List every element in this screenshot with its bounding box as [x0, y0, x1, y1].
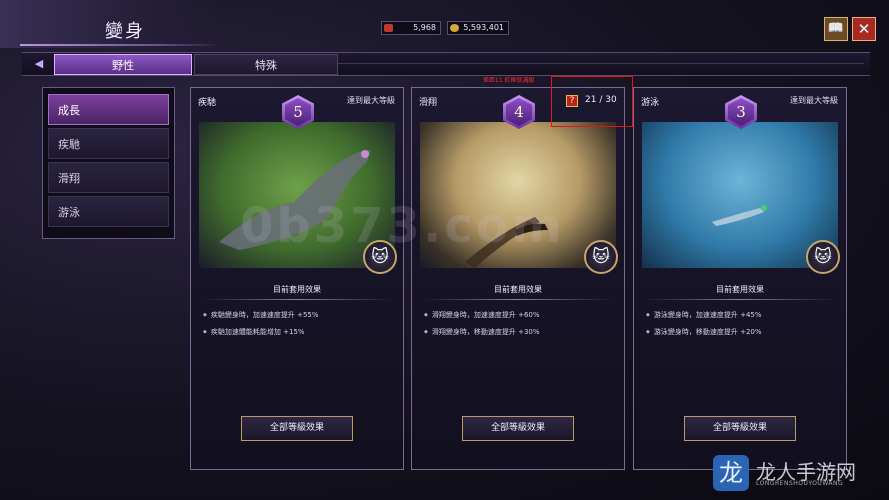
card-glide[interactable]: 滑翔 4 🐱 目前套用效果 滑翔變身時，加速速度提升 +60% 滑翔變身時，移動… — [411, 87, 625, 470]
effect-divider — [422, 299, 614, 300]
card-name: 滑翔 — [419, 98, 438, 108]
book-button[interactable]: 📖 — [824, 17, 848, 41]
tab-divider — [338, 63, 864, 64]
level-number: 3 — [728, 98, 754, 126]
sidebar-item-swim[interactable]: 游泳 — [48, 196, 169, 227]
corner-badge-subtitle: LONGRENSHOUYOUWANG — [756, 480, 844, 487]
annotation-note: 差距11 紅框就滿級 — [483, 77, 535, 84]
effect-divider — [201, 299, 393, 300]
gem-icon — [384, 24, 393, 32]
gem-currency-value: 5,968 — [413, 23, 436, 32]
sidebar-item-glide[interactable]: 滑翔 — [48, 162, 169, 193]
progress-max: 30 — [605, 95, 617, 105]
site-watermark: 0b373.com — [240, 198, 565, 254]
book-icon: 📖 — [827, 21, 845, 36]
question-icon[interactable]: ? — [566, 95, 578, 107]
page-title: 變身 — [105, 21, 145, 42]
card-swim[interactable]: 游泳 達到最大等級 3 🐱 目前套用效果 游泳變身時，加速速度提升 +45% 游… — [633, 87, 847, 470]
effect-line: 游泳變身時，移動速度提升 +20% — [646, 327, 762, 337]
effect-line: 滑翔變身時，加速速度提升 +60% — [424, 310, 540, 320]
glide-progress: 21 / 30 — [585, 95, 617, 105]
coin-icon — [450, 24, 459, 32]
tab-left-arrow-icon[interactable]: ◀ — [28, 56, 50, 72]
level-number: 4 — [506, 98, 532, 126]
effect-line: 滑翔變身時，移動速度提升 +30% — [424, 327, 540, 337]
sidebar-item-sprint[interactable]: 疾馳 — [48, 128, 169, 159]
all-level-effects-button[interactable]: 全部等級效果 — [462, 416, 574, 441]
card-name: 游泳 — [641, 98, 660, 108]
sidebar: 成長 疾馳 滑翔 游泳 — [42, 87, 175, 239]
level-number: 5 — [285, 98, 311, 126]
max-level-label: 達到最大等級 — [790, 96, 838, 105]
all-level-effects-button[interactable]: 全部等級效果 — [241, 416, 353, 441]
sidebar-item-growth[interactable]: 成長 — [48, 94, 169, 125]
card-sprint[interactable]: 疾馳 達到最大等級 5 🐱 目前套用效果 疾馳變身時，加速速度提升 +55% 疾… — [190, 87, 404, 470]
card-name: 疾馳 — [198, 98, 217, 108]
pet-avatar-icon[interactable]: 🐱 — [806, 240, 840, 274]
close-icon: ✕ — [857, 20, 871, 38]
effect-divider — [644, 299, 836, 300]
effect-line: 游泳變身時，加速速度提升 +45% — [646, 310, 762, 320]
title-decoration-line — [20, 44, 220, 46]
effect-line: 疾馳加速體能耗能增加 +15% — [203, 327, 305, 337]
coin-currency-display: 5,593,401 — [447, 21, 509, 35]
tab-bar: ◀ 野性 特殊 — [22, 52, 870, 76]
effect-line: 疾馳變身時，加速速度提升 +55% — [203, 310, 319, 320]
progress-current: 21 — [585, 95, 597, 105]
coin-currency-value: 5,593,401 — [463, 23, 504, 32]
effect-title: 目前套用效果 — [716, 285, 764, 294]
progress-separator: / — [599, 95, 603, 105]
close-button[interactable]: ✕ — [852, 17, 876, 41]
all-level-effects-button[interactable]: 全部等級效果 — [684, 416, 796, 441]
tab-wild[interactable]: 野性 — [54, 54, 192, 75]
tab-special[interactable]: 特殊 — [194, 54, 338, 75]
effect-title: 目前套用效果 — [494, 285, 542, 294]
gem-currency-display: 5,968 — [381, 21, 441, 35]
effect-title: 目前套用效果 — [273, 285, 321, 294]
corner-logo-icon: 龙 — [713, 455, 749, 491]
max-level-label: 達到最大等級 — [347, 96, 395, 105]
pet-avatar-icon[interactable]: 🐱 — [584, 240, 618, 274]
